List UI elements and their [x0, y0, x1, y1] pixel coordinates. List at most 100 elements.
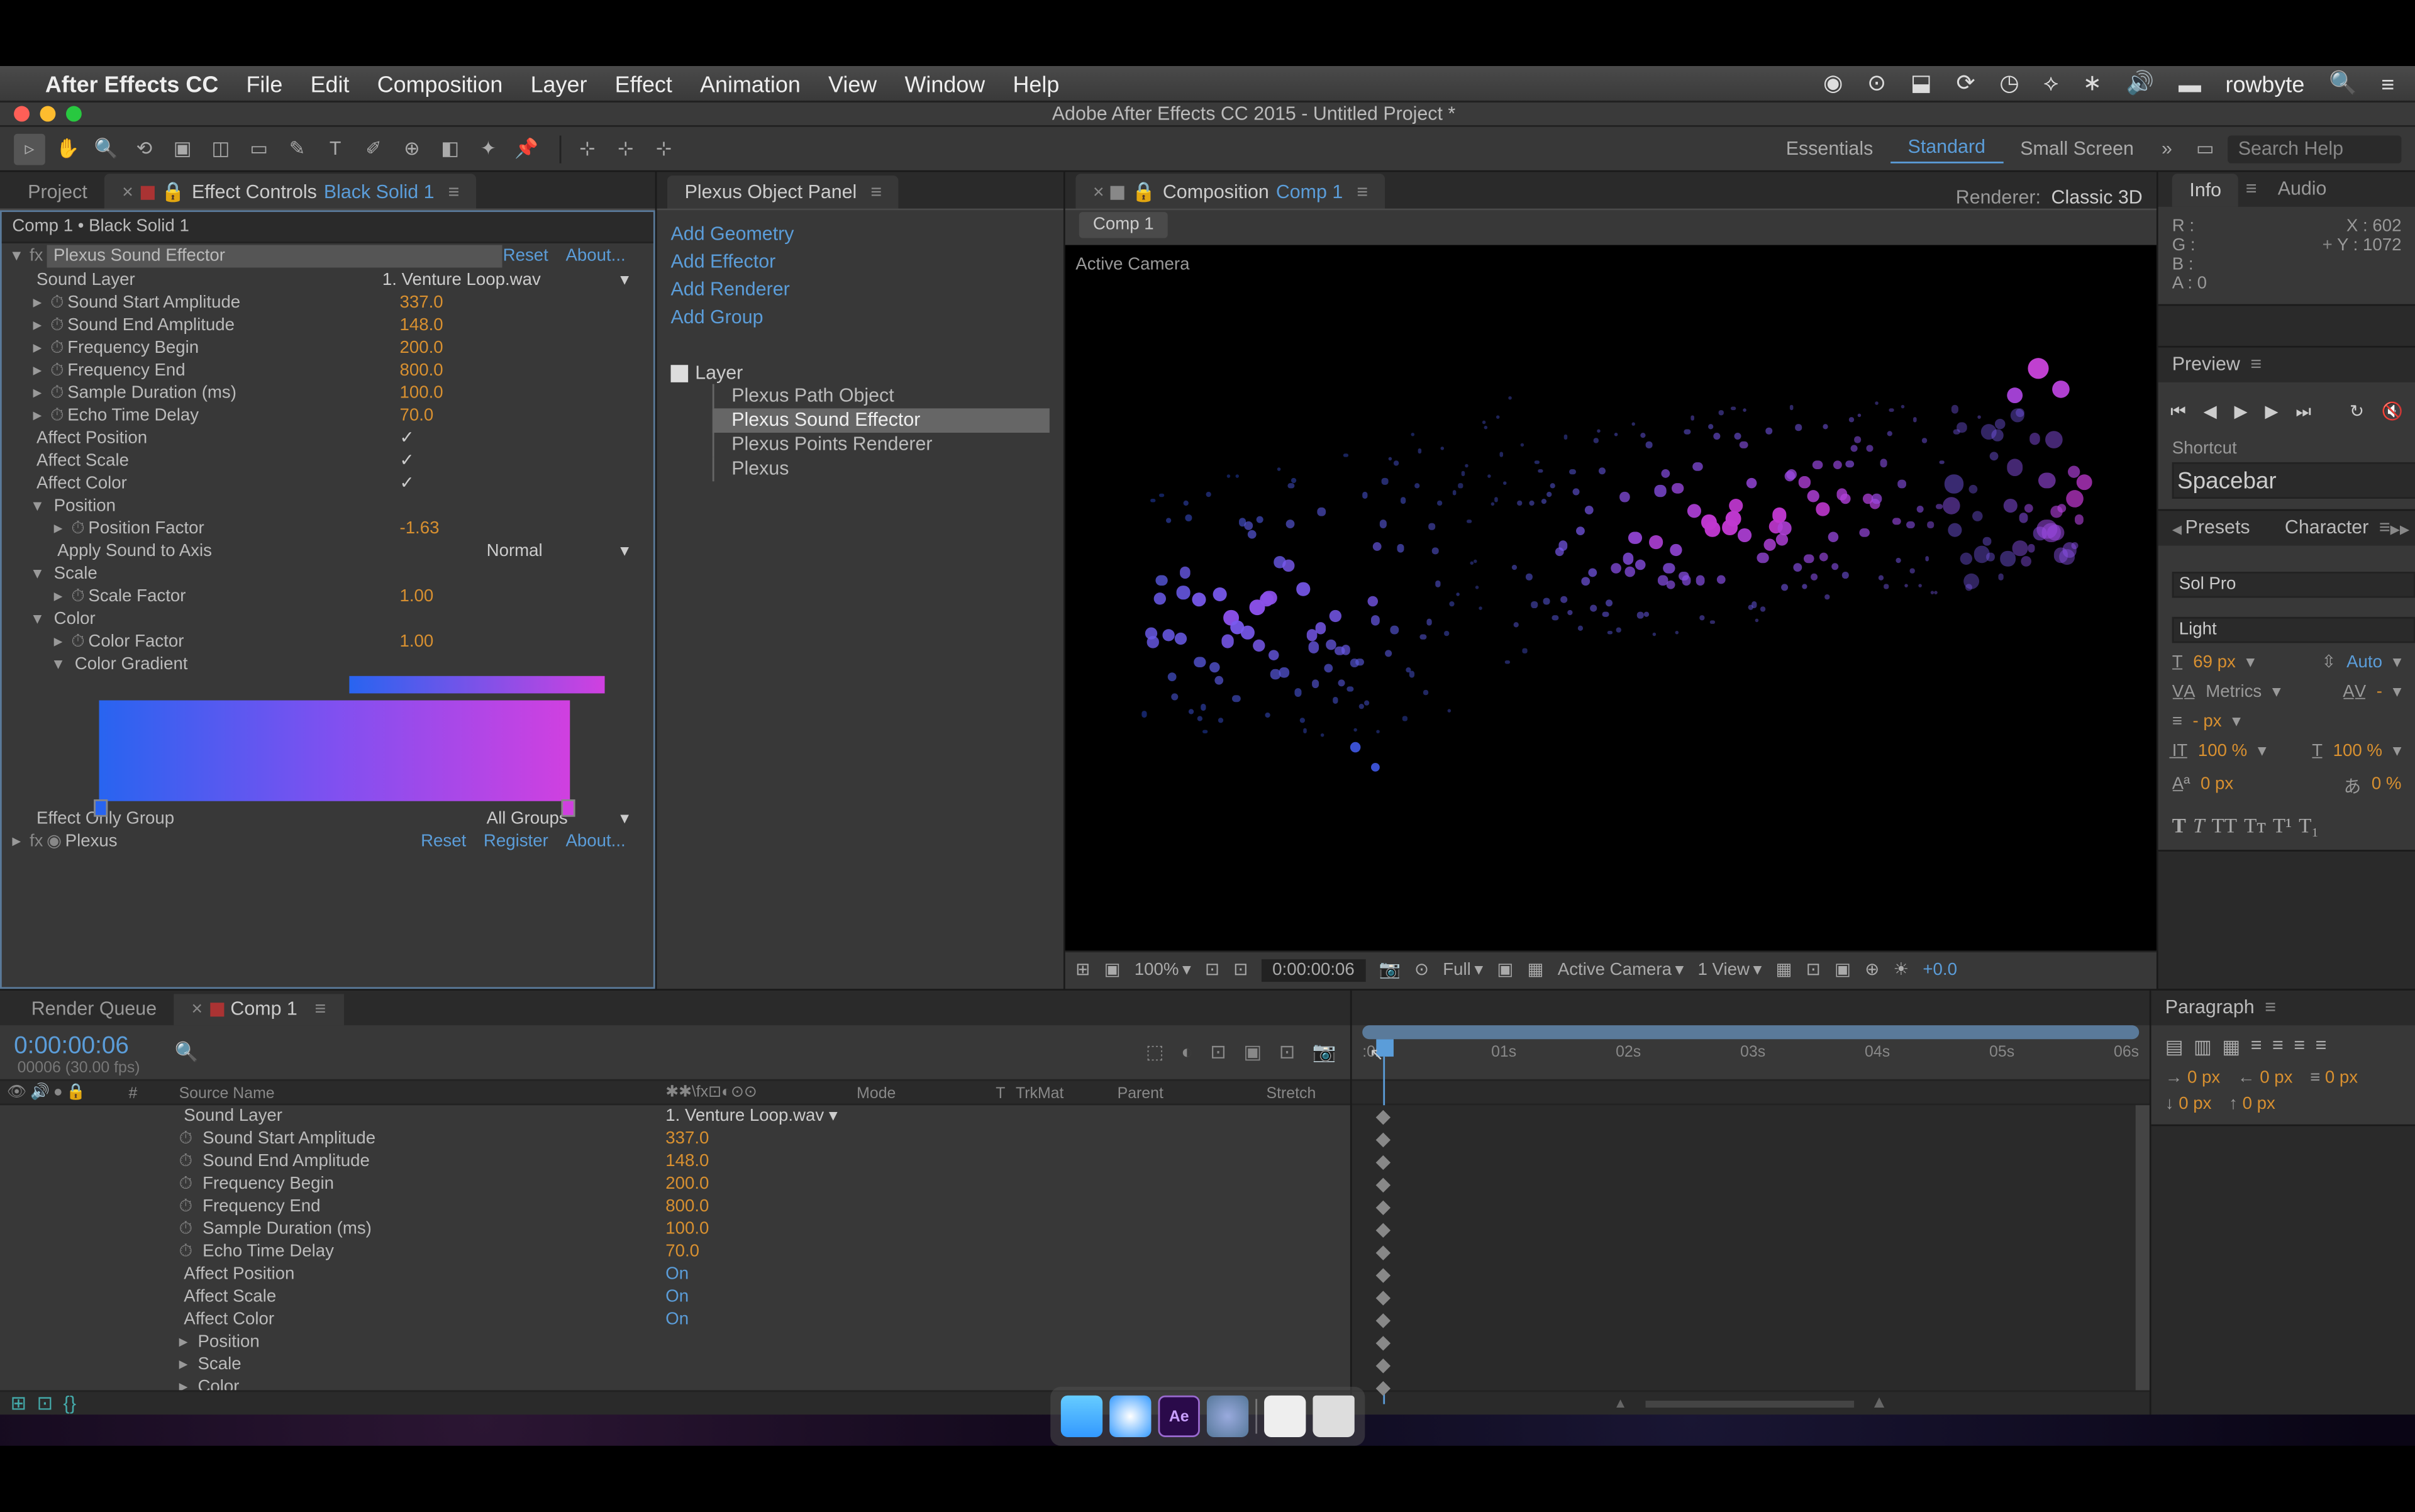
timeline-value[interactable]: 800.0 [665, 1198, 857, 1216]
timeline-property[interactable]: ▸ Scale [172, 1355, 666, 1374]
keyframe-icon[interactable] [1376, 1291, 1391, 1305]
plexus-layer-header[interactable]: Layer [671, 363, 1050, 384]
timecode-display[interactable]: 0:00:00:06 [1262, 959, 1365, 982]
parent-header[interactable]: Parent [1118, 1084, 1239, 1101]
selection-tool-icon[interactable]: ▹ [14, 133, 45, 164]
axis-view-icon[interactable]: ⊹ [648, 133, 680, 164]
trkmat-header[interactable]: TrkMat [1016, 1084, 1063, 1101]
rect-tool-icon[interactable]: ▭ [243, 133, 275, 164]
spotlight-icon[interactable]: 🔍 [2329, 70, 2357, 97]
font-size-value[interactable]: 69 px [2193, 653, 2236, 672]
vscale-value[interactable]: 100 % [2198, 742, 2247, 761]
smallcaps-button[interactable]: Tᴛ [2244, 813, 2266, 839]
menu-help[interactable]: Help [1013, 70, 1059, 96]
mode-header[interactable]: Mode [857, 1084, 996, 1101]
pixel-icon[interactable]: ▦ [1775, 961, 1792, 980]
dock-doc-icon[interactable] [1264, 1396, 1306, 1437]
timeline-value[interactable]: On [665, 1287, 857, 1306]
tab-preview[interactable]: Preview [2172, 355, 2240, 375]
roto-tool-icon[interactable]: ✦ [473, 133, 504, 164]
draft-icon[interactable]: ▣ [1243, 1041, 1262, 1064]
justify-all-icon[interactable]: ≡ [2316, 1036, 2327, 1059]
brush-tool-icon[interactable]: ✐ [358, 133, 389, 164]
timeline-value[interactable]: 148.0 [665, 1152, 857, 1171]
add-group-link[interactable]: Add Group [671, 304, 1050, 332]
res-icon[interactable]: ⊡ [1205, 961, 1219, 980]
record-icon[interactable]: ◉ [1823, 70, 1843, 97]
gradient-stop-left[interactable] [94, 799, 108, 817]
3d-icon[interactable]: ▣ [1835, 961, 1851, 980]
menu-effect[interactable]: Effect [615, 70, 672, 96]
solo-col-icon[interactable]: ● [53, 1082, 63, 1101]
puppet-tool-icon[interactable]: 📌 [511, 133, 542, 164]
toggle-switches-icon[interactable]: ⊞ [11, 1392, 26, 1415]
loop-icon[interactable]: ↻ [2350, 403, 2364, 422]
tab-project[interactable]: Project [11, 175, 105, 208]
align-left-icon[interactable]: ▤ [2165, 1036, 2184, 1059]
dock-trash-icon[interactable] [1313, 1396, 1354, 1437]
dock-finder-icon[interactable] [1061, 1396, 1102, 1437]
tab-render-queue[interactable]: Render Queue [14, 994, 174, 1025]
tree-points-renderer[interactable]: Plexus Points Renderer [713, 433, 1050, 457]
timeline-search-icon[interactable]: 🔍 [175, 1041, 199, 1064]
timeline-value[interactable]: 200.0 [665, 1175, 857, 1194]
dock-app-icon[interactable] [1207, 1396, 1248, 1437]
kerning-dropdown[interactable]: Metrics [2206, 683, 2262, 702]
zoom-dropdown[interactable]: 100% ▾ [1135, 961, 1191, 980]
timeline-property[interactable]: Affect Color [172, 1310, 666, 1329]
shortcut-dropdown[interactable] [2172, 462, 2415, 499]
param-value[interactable]: 337.0 [399, 294, 643, 313]
workspace-essentials[interactable]: Essentials [1768, 135, 1890, 162]
tree-plexus[interactable]: Plexus [713, 457, 1050, 482]
composition-viewer[interactable]: Active Camera [1065, 245, 2157, 951]
next-frame-icon[interactable]: ▶ [2265, 403, 2278, 422]
add-effector-link[interactable]: Add Effector [671, 248, 1050, 276]
workspace-overflow-icon[interactable]: ▭ [2189, 133, 2221, 164]
plexus-register[interactable]: Register [484, 832, 548, 851]
camera-tool-icon[interactable]: ▣ [167, 133, 198, 164]
keyframe-icon[interactable] [1376, 1359, 1391, 1373]
safe-icon[interactable]: ⊡ [1233, 961, 1248, 980]
menu-file[interactable]: File [246, 70, 282, 96]
app-name[interactable]: After Effects CC [45, 70, 218, 96]
keyframe-icon[interactable] [1376, 1245, 1391, 1260]
zoom-tool-icon[interactable]: 🔍 [91, 133, 122, 164]
transparency-icon[interactable]: ▦ [1528, 961, 1544, 980]
first-frame-icon[interactable]: ⏮ [2170, 403, 2186, 422]
menu-composition[interactable]: Composition [377, 70, 503, 96]
keyframe-icon[interactable] [1376, 1178, 1391, 1192]
hscale-value[interactable]: 100 % [2333, 742, 2382, 761]
justify-left-icon[interactable]: ≡ [2251, 1036, 2262, 1059]
resolution-dropdown[interactable]: Full ▾ [1443, 961, 1483, 980]
keyframe-icon[interactable] [1376, 1268, 1391, 1282]
tab-info[interactable]: Info [2172, 173, 2239, 206]
keyframe-icon[interactable] [1376, 1313, 1391, 1328]
tab-audio[interactable]: Audio [2278, 179, 2327, 200]
wifi-icon[interactable]: ⟡ [2043, 70, 2058, 97]
timeline-property[interactable]: ⏱ Sample Duration (ms) [172, 1220, 666, 1239]
font-family-dropdown[interactable] [2172, 571, 2415, 597]
visibility-col-icon[interactable]: 👁 [7, 1082, 27, 1101]
add-renderer-link[interactable]: Add Renderer [671, 276, 1050, 304]
keyframe-icon[interactable] [1376, 1223, 1391, 1237]
menu-list-icon[interactable]: ≡ [2381, 70, 2394, 96]
graph-icon[interactable]: ⊡ [1210, 1041, 1226, 1064]
tab-presets[interactable]: Presets [2185, 518, 2250, 538]
timeline-property[interactable]: Affect Scale [172, 1287, 666, 1306]
timeline-property[interactable]: ⏱ Echo Time Delay [172, 1243, 666, 1262]
align-center-icon[interactable]: ▥ [2194, 1036, 2212, 1059]
maximize-window-button[interactable] [66, 106, 82, 122]
tab-plexus-panel[interactable]: Plexus Object Panel≡ [667, 175, 899, 208]
axis-local-icon[interactable]: ⊹ [572, 133, 603, 164]
help-search-input[interactable]: Search Help [2228, 135, 2401, 162]
apply-axis-dropdown[interactable]: Normal▾ [487, 542, 643, 561]
snapshot2-icon[interactable]: 📷 [1379, 961, 1400, 980]
superscript-button[interactable]: T¹ [2273, 813, 2292, 839]
timeline-property[interactable]: ▸ Position [172, 1333, 666, 1352]
timeline-value[interactable]: On [665, 1265, 857, 1284]
timeline-property[interactable]: ▸ Color [172, 1378, 666, 1390]
color-factor-value[interactable]: 1.00 [399, 633, 643, 652]
timeline-track-area[interactable] [1352, 1105, 2150, 1390]
pan-behind-tool-icon[interactable]: ◫ [205, 133, 236, 164]
timeline-ruler[interactable]: :00s01s02s03s04s05s06s ↖ [1352, 1025, 2150, 1081]
